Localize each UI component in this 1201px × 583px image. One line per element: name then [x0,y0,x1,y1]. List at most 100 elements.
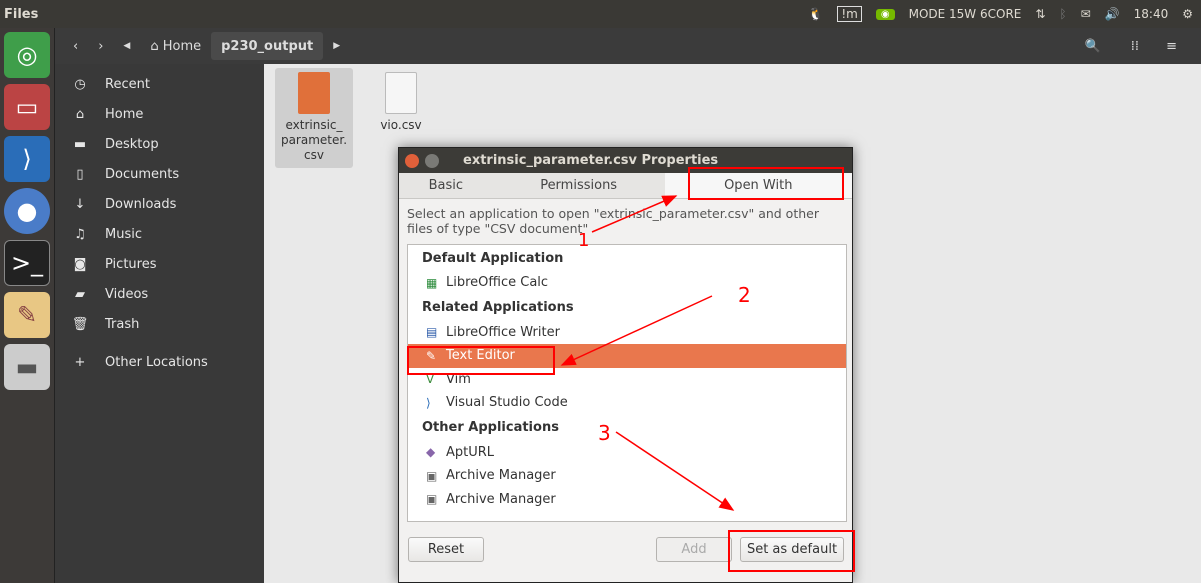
calc-icon: ▦ [426,275,438,290]
app-label: LibreOffice Calc [446,275,549,291]
apturl-icon: ◆ [426,445,436,460]
sidebar-item-documents[interactable]: ▯ Documents [55,159,264,189]
plus-icon: + [74,354,86,370]
drive-icon[interactable]: ▬ [4,344,50,390]
app-item[interactable]: ▣ Archive Manager [408,464,846,488]
tab-open-with[interactable]: Open With [664,173,852,198]
app-item-selected[interactable]: ✎ Text Editor [408,344,846,368]
dialog-titlebar: extrinsic_parameter.csv Properties [399,148,852,173]
crumb-current[interactable]: p230_output [211,32,324,60]
ubuntu-icon[interactable]: ◎ [4,32,50,78]
crumb-right-icon[interactable]: ▶ [323,41,350,51]
mail-icon[interactable]: ✉ [1081,7,1091,21]
home-icon: ⌂ [75,106,85,122]
volume-icon[interactable]: 🔊 [1105,7,1120,21]
sidebar-item-label: Recent [105,76,150,92]
description: Select an application to open "extrinsic… [407,206,819,236]
section-header: Default Application [422,250,564,266]
tab-permissions[interactable]: Permissions [493,173,665,198]
indicator-icon[interactable]: !m [837,6,862,22]
sidebar-item-other-locations[interactable]: + Other Locations [55,347,264,377]
files-icon[interactable]: ▭ [4,84,50,130]
app-label: Text Editor [446,348,515,364]
sidebar-item-trash[interactable]: 🗑 Trash [55,309,264,339]
app-item[interactable]: ⟩ Visual Studio Code [408,391,846,415]
sidebar-item-home[interactable]: ⌂ Home [55,99,264,129]
top-panel: Files 🐧 !m ◉ MODE 15W 6CORE ⇅ ᛒ ✉ 🔊 18:4… [0,0,1201,28]
properties-dialog: extrinsic_parameter.csv Properties Basic… [398,147,853,583]
bluetooth-icon[interactable]: ᛒ [1059,7,1066,21]
dialog-title: extrinsic_parameter.csv Properties [463,153,719,168]
app-label: Vim [446,371,471,387]
home-icon: ⌂ [150,38,163,54]
app-label: Archive Manager [446,468,556,484]
crumb-left-icon[interactable]: ◀ [113,41,140,51]
gear-icon[interactable]: ⚙ [1182,7,1193,21]
file-item[interactable]: extrinsic_ parameter. csv [275,68,353,168]
download-icon: ↓ [74,196,86,212]
view-icon[interactable]: ⁞⁞ [1121,39,1149,54]
application-list[interactable]: Default Application ▦ LibreOffice Calc Re… [407,244,847,522]
search-icon[interactable]: 🔍 [1075,39,1111,54]
power-mode[interactable]: MODE 15W 6CORE [909,7,1022,21]
sidebar-item-label: Trash [105,316,140,332]
file-name: extrinsic_ parameter. csv [280,118,348,162]
crumb-home[interactable]: ⌂ Home [140,32,211,60]
terminal-icon[interactable]: >_ [4,240,50,286]
section-header: Other Applications [422,420,559,435]
camera-icon: ◙ [73,256,87,272]
clock-icon: ◷ [74,76,86,92]
back-icon[interactable]: ‹ [63,39,88,54]
sidebar-item-desktop[interactable]: ▬ Desktop [55,129,264,159]
app-item[interactable]: ▣ Archive Manager [408,488,846,512]
sidebar-item-pictures[interactable]: ◙ Pictures [55,249,264,279]
sidebar-item-label: Desktop [105,136,159,152]
archive-icon: ▣ [426,468,438,483]
sidebar-item-label: Pictures [105,256,157,272]
crumb-label: p230_output [221,38,314,54]
vscode-icon: ⟩ [426,395,431,410]
text-editor-icon: ✎ [426,348,437,363]
app-label: AptURL [446,444,495,460]
network-icon[interactable]: ⇅ [1035,7,1045,21]
minimize-icon[interactable] [425,153,439,168]
music-icon: ♫ [74,226,86,242]
nvidia-icon[interactable]: ◉ [875,8,895,20]
sidebar-item-videos[interactable]: ▰ Videos [55,279,264,309]
tux-icon[interactable]: 🐧 [808,7,823,21]
close-icon[interactable] [405,153,419,168]
vim-icon: V [426,372,435,387]
launcher: ◎ ▭ ⟩ ● >_ ✎ ▬ [0,28,55,583]
app-item[interactable]: ◆ AptURL [408,441,846,465]
tab-basic[interactable]: Basic [399,173,493,198]
sidebar-item-label: Music [105,226,142,242]
file-item[interactable]: vio.csv [362,68,440,132]
sidebar-item-music[interactable]: ♫ Music [55,219,264,249]
sidebar-item-label: Home [105,106,144,122]
tab-bar: Basic Permissions Open With [399,173,852,199]
menu-icon[interactable]: ≡ [1156,39,1187,54]
app-label: Visual Studio Code [446,395,568,411]
set-default-button[interactable]: Set as default [740,537,844,562]
sidebar-item-label: Downloads [105,196,177,212]
app-label: Archive Manager [446,491,556,507]
app-item[interactable]: V Vim [408,368,846,392]
crumb-label: Home [162,38,202,54]
app-item[interactable]: ▦ LibreOffice Calc [408,271,846,295]
sidebar-item-downloads[interactable]: ↓ Downloads [55,189,264,219]
writer-icon: ▤ [426,325,438,340]
text-editor-icon[interactable]: ✎ [4,292,50,338]
vscode-icon[interactable]: ⟩ [4,136,50,182]
app-item[interactable]: ▤ LibreOffice Writer [408,321,846,345]
add-button[interactable]: Add [656,537,732,562]
reset-button[interactable]: Reset [408,537,484,562]
chromium-icon[interactable]: ● [4,188,50,234]
app-label: LibreOffice Writer [446,324,560,340]
sidebar-item-label: Other Locations [105,354,208,370]
forward-icon[interactable]: › [88,39,113,54]
clock[interactable]: 18:40 [1134,7,1169,21]
csv-file-icon [298,72,330,114]
sidebar-item-recent[interactable]: ◷ Recent [55,69,264,99]
sidebar: ◷ Recent ⌂ Home ▬ Desktop ▯ Documents ↓ Downl… [55,64,264,583]
csv-file-icon [385,72,417,114]
